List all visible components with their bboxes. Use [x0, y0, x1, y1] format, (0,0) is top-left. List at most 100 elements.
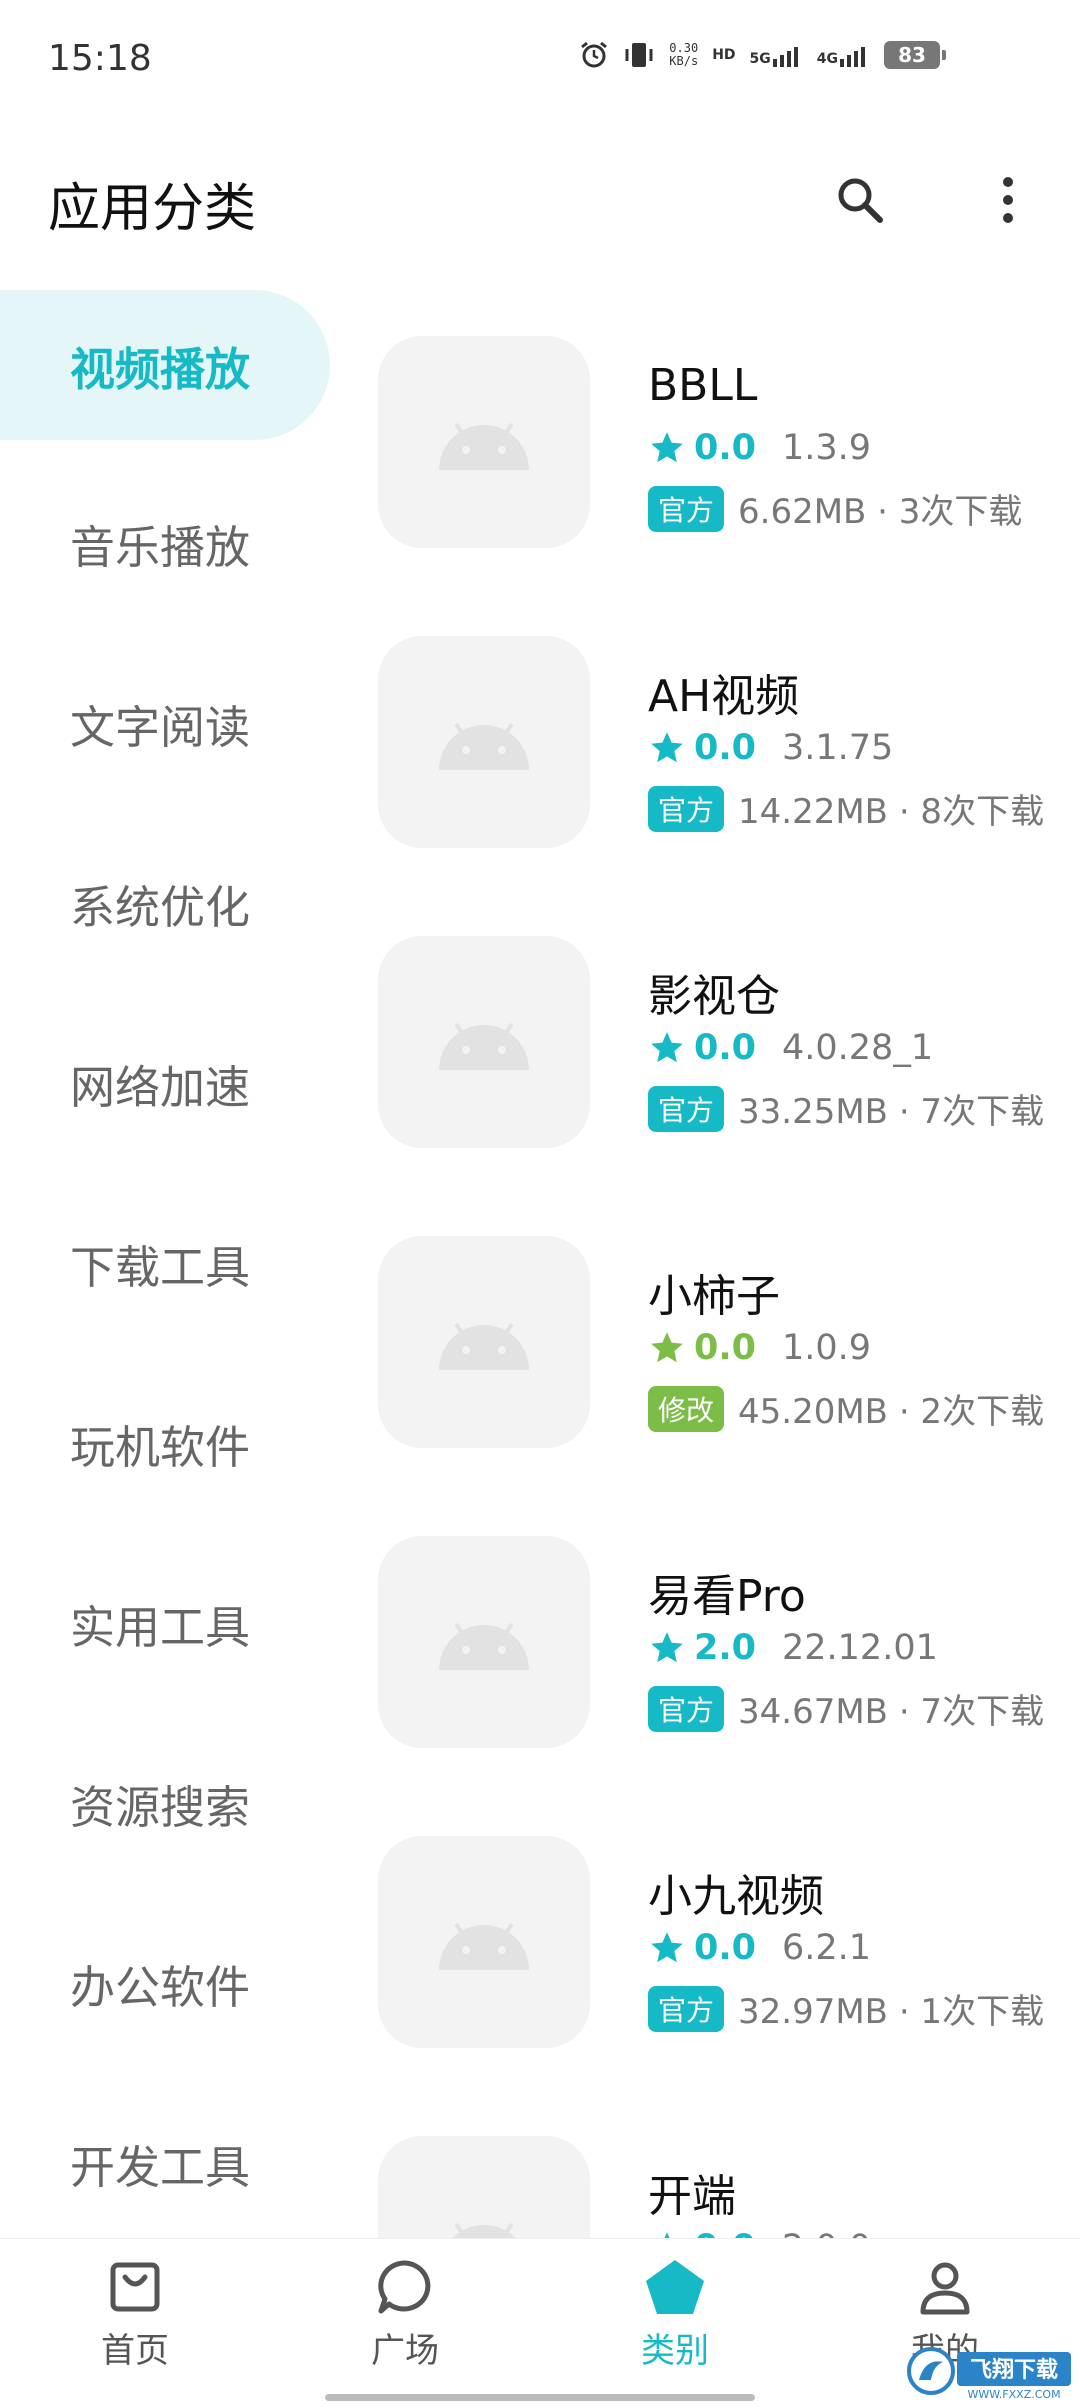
- app-rating: 0.0: [694, 728, 757, 768]
- speed-unit: KB/s: [669, 54, 699, 68]
- category-sidebar: 视频播放 音乐播放 文字阅读 系统优化 网络加速 下载工具 玩机软件 实用工具 …: [0, 288, 340, 2238]
- category-label: 文字阅读: [70, 700, 251, 754]
- app-meta: 0.0 3.1.75: [648, 728, 893, 768]
- category-item-system[interactable]: 系统优化: [0, 828, 330, 978]
- watermark-text: 飞翔下载: [970, 2357, 1058, 2383]
- star-icon: [651, 1932, 683, 1963]
- app-info: 官方 6.62MB · 3次下载: [648, 484, 1022, 533]
- app-meta: 0.0 2.0.0: [648, 2228, 871, 2238]
- app-info: 官方 32.97MB · 1次下载: [648, 1984, 1044, 2033]
- app-list-item[interactable]: AH视频 0.0 3.1.75 官方 14.22MB · 8次下载: [340, 588, 1080, 888]
- nav-home[interactable]: 首页: [35, 2257, 235, 2387]
- app-icon: [378, 336, 590, 548]
- app-name: 开端: [648, 2171, 736, 2222]
- app-version: 1.0.9: [782, 1328, 872, 1368]
- watermark-url: WWW.FXXZ.COM: [967, 2388, 1060, 2401]
- top-app-bar: 应用分类: [0, 140, 1080, 260]
- category-item-music[interactable]: 音乐播放: [0, 468, 330, 618]
- category-item-utilities[interactable]: 实用工具: [0, 1548, 330, 1698]
- star-icon: [664, 2232, 670, 2238]
- category-label: 开发工具: [70, 2140, 251, 2194]
- app-size-downloads: 45.20MB · 2次下载: [738, 1392, 1045, 1432]
- nav-square[interactable]: 广场: [305, 2257, 505, 2387]
- app-name: 易看Pro: [648, 1571, 806, 1622]
- star-icon: [651, 1032, 683, 1063]
- star-icon: [651, 1332, 683, 1363]
- app-rating: 0.0: [694, 1028, 757, 1068]
- app-info: 官方 14.22MB · 8次下载: [648, 784, 1044, 833]
- category-item-download[interactable]: 下载工具: [0, 1188, 330, 1338]
- category-item-office[interactable]: 办公软件: [0, 1908, 330, 2058]
- android-placeholder-icon: [439, 722, 529, 770]
- star-icon: [651, 732, 683, 763]
- watermark-logo-icon: 飞翔下载 WWW.FXXZ.COM: [907, 2347, 1071, 2401]
- modified-badge: 修改: [648, 1385, 725, 1432]
- app-version: 1.3.9: [782, 428, 872, 468]
- category-item-dev-tools[interactable]: 开发工具: [0, 2088, 330, 2238]
- official-badge: 官方: [648, 485, 725, 532]
- official-badge: 官方: [648, 1685, 725, 1732]
- category-label: 网络加速: [70, 1060, 251, 1114]
- android-placeholder-icon: [439, 1322, 529, 1370]
- app-info: 修改 45.20MB · 2次下载: [648, 1384, 1044, 1433]
- app-icon: [378, 1236, 590, 1448]
- app-name: 小柿子: [648, 1271, 780, 1322]
- app-list-item[interactable]: BBLL 0.0 1.3.9 官方 6.62MB · 3次下载: [340, 288, 1080, 588]
- status-icons: 0.30 KB/s HD 5G 4G 83: [579, 40, 946, 70]
- app-size-downloads: 32.97MB · 1次下载: [738, 1992, 1045, 2032]
- app-list-item[interactable]: 开端 0.0 2.0.0: [340, 2088, 1080, 2238]
- app-meta: 0.0 4.0.28_1: [648, 1028, 933, 1068]
- page-title: 应用分类: [48, 179, 257, 239]
- app-meta: 2.0 22.12.01: [648, 1628, 938, 1668]
- app-rating: 0.0: [694, 2228, 772, 2238]
- category-item-phone-tools[interactable]: 玩机软件: [0, 1368, 330, 1518]
- category-item-resource-search[interactable]: 资源搜索: [0, 1728, 330, 1878]
- network-1: 5G: [749, 51, 771, 67]
- alarm-icon: [581, 41, 608, 68]
- android-placeholder-icon: [452, 2222, 516, 2238]
- app-rating: 0.0: [694, 428, 757, 468]
- app-list-item[interactable]: 影视仓 0.0 4.0.28_1 官方 33.25MB · 7次下载: [340, 888, 1080, 1188]
- app-icon: [378, 1836, 590, 2048]
- category-label: 办公软件: [70, 1960, 251, 2014]
- category-label: 下载工具: [70, 1240, 251, 1294]
- category-item-video[interactable]: 视频播放: [0, 290, 330, 440]
- watermark-logo: 飞翔下载 WWW.FXXZ.COM: [905, 2340, 1075, 2402]
- app-version: 6.2.1: [782, 1928, 872, 1968]
- star-icon: [651, 432, 683, 463]
- app-list-item[interactable]: 小柿子 0.0 1.0.9 修改 45.20MB · 2次下载: [340, 1188, 1080, 1488]
- app-rating: 0.0: [694, 1328, 757, 1368]
- signal-bars-icon: [772, 47, 798, 67]
- app-icon: [378, 936, 590, 1148]
- battery-indicator: 83: [884, 41, 946, 69]
- status-time: 15:18: [48, 38, 152, 79]
- home-indicator[interactable]: [325, 2394, 755, 2401]
- category-label: 实用工具: [70, 1600, 251, 1654]
- more-vertical-icon: [1003, 177, 1013, 223]
- app-list: BBLL 0.0 1.3.9 官方 6.62MB · 3次下载 AH视频 0.0…: [340, 288, 1080, 2238]
- android-placeholder-icon: [439, 1622, 529, 1670]
- app-icon: [378, 1536, 590, 1748]
- app-list-item[interactable]: 易看Pro 2.0 22.12.01 官方 34.67MB · 7次下载: [340, 1488, 1080, 1788]
- person-icon: [920, 2262, 970, 2315]
- app-version: 2.0.0: [782, 2228, 871, 2238]
- network-speed: 0.30 KB/s: [669, 42, 698, 68]
- app-rating: 0.0: [694, 1928, 757, 1968]
- more-options-button[interactable]: [968, 160, 1048, 240]
- nav-category[interactable]: 类别: [575, 2257, 775, 2387]
- search-button[interactable]: [820, 160, 900, 240]
- shopping-bag-icon: [110, 2262, 160, 2312]
- app-version: 4.0.28_1: [782, 1028, 934, 1068]
- network-2: 4G: [816, 51, 838, 67]
- app-size-downloads: 6.62MB · 3次下载: [738, 492, 1023, 532]
- category-item-network[interactable]: 网络加速: [0, 1008, 330, 1158]
- vibrate-icon: [625, 43, 653, 67]
- hd-indicator: HD: [712, 47, 736, 63]
- category-label: 资源搜索: [70, 1780, 251, 1834]
- category-label: 系统优化: [70, 880, 251, 934]
- category-item-reading[interactable]: 文字阅读: [0, 648, 330, 798]
- signal-bars-icon: [840, 47, 865, 67]
- nav-label: 广场: [371, 2331, 439, 2371]
- app-list-item[interactable]: 小九视频 0.0 6.2.1 官方 32.97MB · 1次下载: [340, 1788, 1080, 2088]
- app-icon: [378, 2136, 590, 2238]
